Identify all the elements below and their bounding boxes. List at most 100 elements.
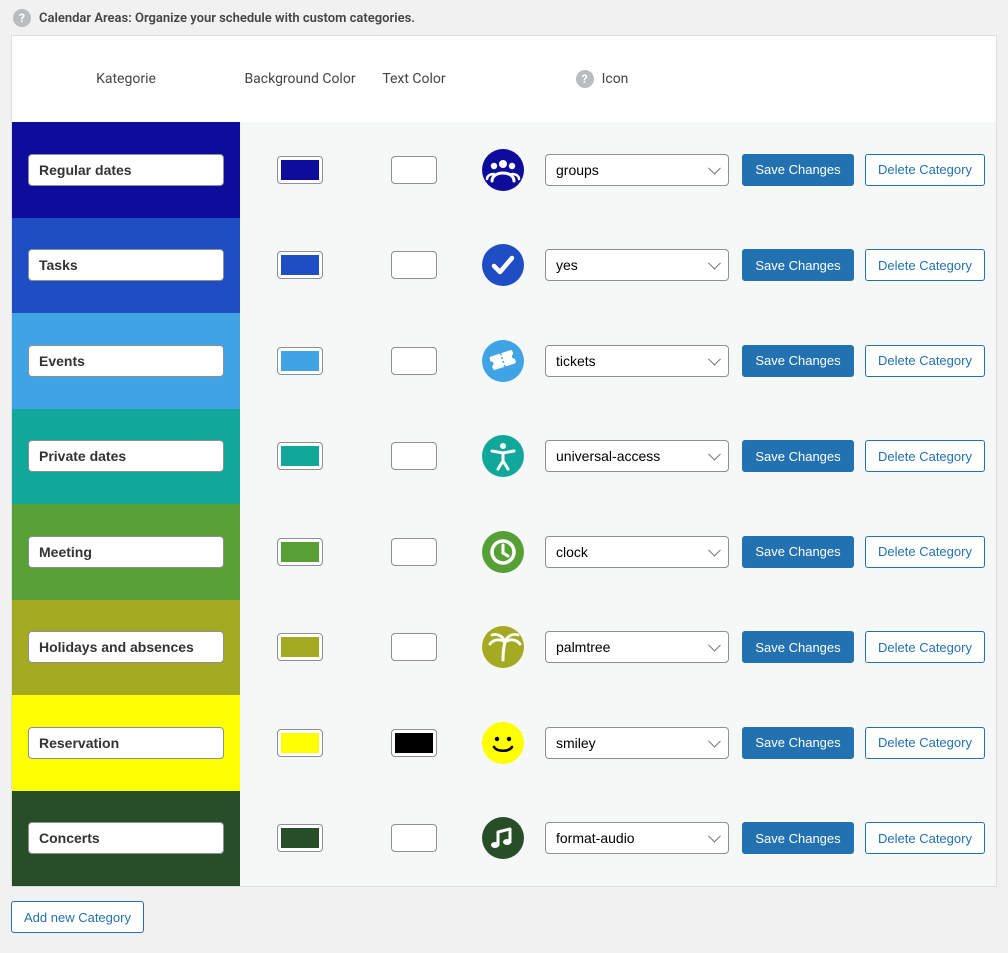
text-color-cell: [360, 409, 468, 505]
col-header-icon-wrap: ? Icon: [468, 70, 736, 88]
save-changes-button[interactable]: Save Changes: [742, 440, 853, 472]
universal-access-icon: [482, 435, 524, 477]
bg-color-picker[interactable]: [277, 824, 323, 852]
help-icon[interactable]: ?: [13, 9, 31, 27]
text-color-cell: [360, 791, 468, 887]
save-changes-button[interactable]: Save Changes: [742, 727, 853, 759]
bg-color-picker[interactable]: [277, 729, 323, 757]
text-color-picker[interactable]: [391, 729, 437, 757]
category-name-input[interactable]: [28, 822, 224, 854]
bg-color-swatch: [281, 160, 319, 180]
category-name-cell: [12, 218, 240, 314]
icon-preview-cell: [468, 218, 538, 314]
delete-cell: Delete Category: [860, 218, 990, 314]
bg-color-picker[interactable]: [277, 442, 323, 470]
category-name-input[interactable]: [28, 154, 224, 186]
category-name-cell: [12, 600, 240, 696]
icon-select-cell: format-audio: [538, 791, 736, 887]
bg-color-picker[interactable]: [277, 538, 323, 566]
delete-category-button[interactable]: Delete Category: [865, 631, 985, 663]
delete-category-button[interactable]: Delete Category: [865, 154, 985, 186]
text-color-picker[interactable]: [391, 347, 437, 375]
save-changes-button[interactable]: Save Changes: [742, 154, 853, 186]
category-name-input[interactable]: [28, 440, 224, 472]
table-row: yes Save Changes Delete Category: [12, 218, 996, 314]
category-name-input[interactable]: [28, 345, 224, 377]
icon-preview-cell: [468, 695, 538, 791]
category-name-cell: [12, 122, 240, 218]
icon-select-cell: clock: [538, 504, 736, 600]
save-cell: Save Changes: [736, 791, 860, 887]
table-header: Kategorie Background Color Text Color ? …: [12, 36, 996, 122]
page-title: Calendar Areas: Organize your schedule w…: [39, 11, 415, 26]
save-changes-button[interactable]: Save Changes: [742, 345, 853, 377]
bg-color-picker[interactable]: [277, 251, 323, 279]
categories-panel: Kategorie Background Color Text Color ? …: [11, 35, 997, 887]
category-name-input[interactable]: [28, 536, 224, 568]
delete-category-button[interactable]: Delete Category: [865, 249, 985, 281]
table-row: tickets Save Changes Delete Category: [12, 313, 996, 409]
table-row: smiley Save Changes Delete Category: [12, 695, 996, 791]
text-color-picker[interactable]: [391, 156, 437, 184]
icon-select[interactable]: clock: [545, 536, 729, 568]
icon-select[interactable]: yes: [545, 249, 729, 281]
icon-select[interactable]: groups: [545, 154, 729, 186]
icon-select[interactable]: palmtree: [545, 631, 729, 663]
delete-category-button[interactable]: Delete Category: [865, 727, 985, 759]
text-color-picker[interactable]: [391, 633, 437, 661]
text-color-swatch: [395, 828, 433, 848]
text-color-cell: [360, 600, 468, 696]
save-changes-button[interactable]: Save Changes: [742, 822, 853, 854]
save-changes-button[interactable]: Save Changes: [742, 536, 853, 568]
bg-color-picker[interactable]: [277, 347, 323, 375]
icon-select-cell: smiley: [538, 695, 736, 791]
bg-color-swatch: [281, 733, 319, 753]
delete-category-button[interactable]: Delete Category: [865, 440, 985, 472]
smiley-icon: [482, 722, 524, 764]
save-cell: Save Changes: [736, 313, 860, 409]
bg-color-picker[interactable]: [277, 156, 323, 184]
save-cell: Save Changes: [736, 122, 860, 218]
bg-color-picker[interactable]: [277, 633, 323, 661]
save-changes-button[interactable]: Save Changes: [742, 249, 853, 281]
save-cell: Save Changes: [736, 218, 860, 314]
text-color-picker[interactable]: [391, 442, 437, 470]
text-color-cell: [360, 504, 468, 600]
delete-category-button[interactable]: Delete Category: [865, 822, 985, 854]
icon-select[interactable]: tickets: [545, 345, 729, 377]
category-name-input[interactable]: [28, 727, 224, 759]
category-name-cell: [12, 791, 240, 887]
text-color-picker[interactable]: [391, 824, 437, 852]
category-name-input[interactable]: [28, 631, 224, 663]
icon-select[interactable]: format-audio: [545, 822, 729, 854]
delete-category-button[interactable]: Delete Category: [865, 345, 985, 377]
icon-preview-cell: [468, 600, 538, 696]
table-row: format-audio Save Changes Delete Category: [12, 791, 996, 887]
bg-color-swatch: [281, 255, 319, 275]
delete-cell: Delete Category: [860, 791, 990, 887]
add-category-button[interactable]: Add new Category: [11, 901, 144, 933]
category-name-input[interactable]: [28, 249, 224, 281]
icon-select[interactable]: smiley: [545, 727, 729, 759]
category-name-cell: [12, 504, 240, 600]
bg-color-swatch: [281, 446, 319, 466]
icon-select-cell: groups: [538, 122, 736, 218]
category-name-cell: [12, 313, 240, 409]
text-color-swatch: [395, 351, 433, 371]
text-color-picker[interactable]: [391, 251, 437, 279]
page-header: ? Calendar Areas: Organize your schedule…: [5, 5, 1003, 35]
bg-color-cell: [240, 313, 360, 409]
bg-color-cell: [240, 122, 360, 218]
help-icon[interactable]: ?: [576, 70, 594, 88]
icon-select[interactable]: universal-access: [545, 440, 729, 472]
text-color-picker[interactable]: [391, 538, 437, 566]
col-header-name: Kategorie: [12, 71, 240, 87]
delete-cell: Delete Category: [860, 122, 990, 218]
bg-color-swatch: [281, 542, 319, 562]
save-changes-button[interactable]: Save Changes: [742, 631, 853, 663]
save-cell: Save Changes: [736, 504, 860, 600]
delete-category-button[interactable]: Delete Category: [865, 536, 985, 568]
category-name-cell: [12, 409, 240, 505]
bg-color-cell: [240, 600, 360, 696]
save-cell: Save Changes: [736, 409, 860, 505]
